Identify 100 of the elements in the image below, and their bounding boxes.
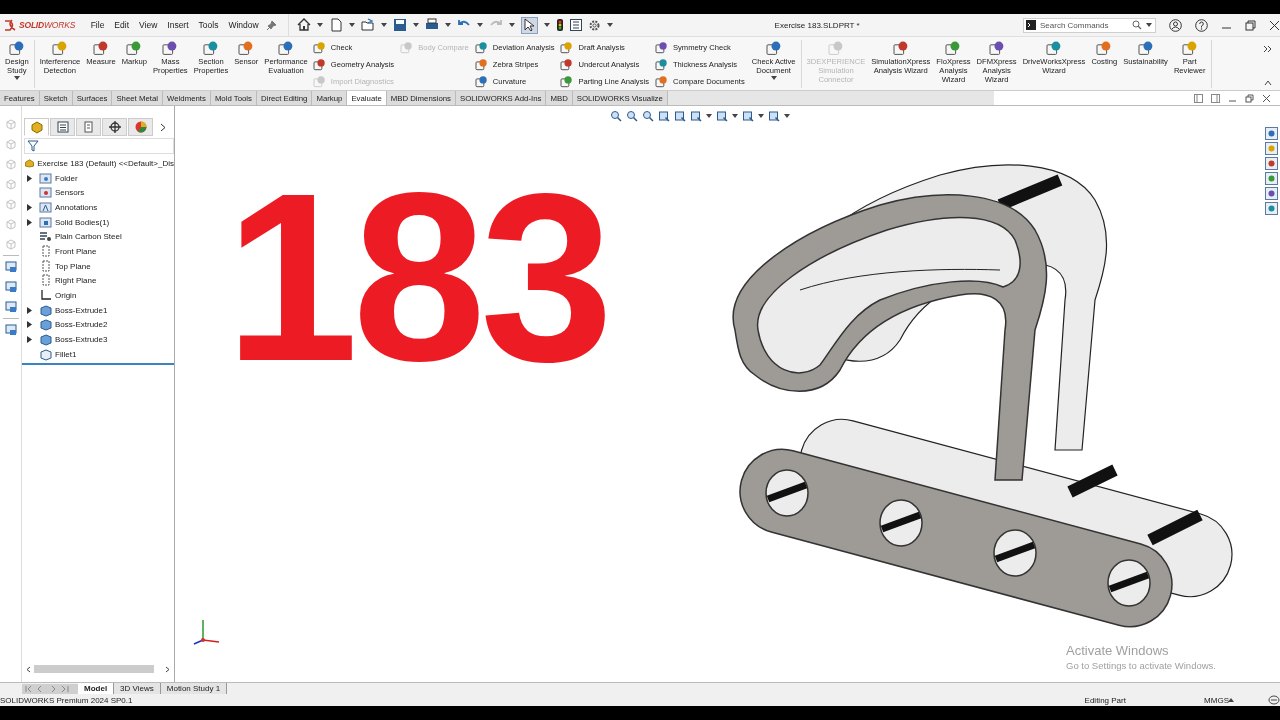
panel-icon[interactable]: [1194, 93, 1203, 103]
configuration-icon: [81, 120, 96, 134]
panel-tab[interactable]: [128, 118, 153, 136]
menu-item[interactable]: File: [90, 20, 105, 30]
tool-icon: [312, 57, 326, 71]
tree-item[interactable]: Solid Bodies(1): [22, 214, 174, 230]
menu-item[interactable]: Insert: [167, 20, 189, 30]
tree-item[interactable]: Boss-Extrude2: [22, 317, 174, 333]
panel-tab[interactable]: [24, 118, 49, 136]
tree-item[interactable]: Folder: [22, 170, 174, 186]
zoom-icon[interactable]: [610, 110, 622, 122]
tool-icon: [560, 40, 574, 54]
horizontal-scrollbar[interactable]: [24, 663, 172, 675]
open-folder-icon[interactable]: [360, 18, 375, 32]
panel-icon[interactable]: [1211, 93, 1220, 103]
tool-icon: [238, 40, 255, 56]
restore-icon[interactable]: [1245, 19, 1256, 31]
tree-item[interactable]: Right Plane: [22, 273, 174, 289]
tool-icon: [654, 74, 668, 88]
tree-item[interactable]: Fillet1: [22, 346, 174, 362]
collapse-icon[interactable]: [1264, 80, 1272, 86]
close-icon[interactable]: [1262, 93, 1271, 103]
menu-item[interactable]: Tools: [198, 20, 219, 30]
caret-up-icon[interactable]: [1228, 698, 1235, 702]
notice-text: Go to Settings to activate Windows.: [1066, 660, 1216, 671]
pointer-icon: [523, 18, 536, 32]
tool-icon: [203, 40, 219, 56]
zoom-area-icon[interactable]: [626, 110, 638, 122]
panel-tab[interactable]: [50, 118, 75, 136]
view-tool-icon[interactable]: [4, 261, 17, 273]
expand-arrow-icon[interactable]: [27, 174, 32, 182]
restore-icon[interactable]: [1245, 93, 1254, 103]
expand-arrow-icon[interactable]: [27, 218, 32, 226]
caret-icon: [732, 114, 738, 118]
gear-icon[interactable]: [587, 18, 601, 32]
crosshair-icon: [107, 120, 122, 134]
part-icon: [24, 157, 35, 170]
expand-arrow-icon[interactable]: [27, 306, 32, 314]
rebuild-icon[interactable]: [1268, 695, 1280, 705]
tool-icon: [1096, 40, 1113, 56]
expand-arrow-icon[interactable]: [27, 203, 32, 211]
status-text[interactable]: MMGS: [1204, 695, 1229, 705]
tree-item[interactable]: Boss-Extrude1: [22, 302, 174, 318]
tree-item[interactable]: Boss-Extrude3: [22, 332, 174, 347]
caret-icon: [476, 23, 483, 27]
menu-item[interactable]: Window: [228, 20, 259, 30]
tool-icon: [765, 40, 782, 56]
print-icon[interactable]: [424, 18, 439, 32]
origin-icon: [39, 289, 52, 303]
panel-tab[interactable]: [102, 118, 127, 136]
tool-icon: [560, 57, 574, 71]
tool-icon: [474, 74, 488, 88]
save-icon[interactable]: [392, 18, 407, 32]
tool-icon: [278, 40, 295, 56]
caret-icon: [412, 23, 419, 27]
part-model-drawing[interactable]: [732, 164, 1233, 628]
tree-item[interactable]: Annotations: [22, 200, 174, 215]
menu-item[interactable]: View: [139, 20, 158, 30]
tool-icon: [654, 57, 668, 71]
rollback-bar[interactable]: [22, 362, 174, 365]
tool-icon: [945, 40, 962, 56]
tool-icon: [92, 40, 109, 56]
caret-icon: [606, 23, 613, 27]
material-icon: [39, 230, 52, 244]
feature-icon: [39, 347, 52, 361]
new-document-icon[interactable]: [328, 18, 343, 32]
help-icon[interactable]: [1195, 18, 1208, 32]
tree-item[interactable]: Plain Carbon Steel: [22, 229, 174, 245]
scroll-right-icon: [165, 665, 170, 673]
menu-item[interactable]: Edit: [114, 20, 129, 30]
traffic-light-icon[interactable]: [555, 18, 564, 32]
tree-item[interactable]: Exercise 183 (Default) <<Default>_Dis: [22, 156, 174, 171]
view-tool-icon[interactable]: [4, 324, 17, 336]
tree-item[interactable]: Sensors: [22, 185, 174, 201]
more-icon[interactable]: [1264, 45, 1272, 53]
tree-item[interactable]: Origin: [22, 288, 174, 303]
view-tool-icon[interactable]: [4, 281, 17, 293]
logo-icon: [3, 19, 17, 31]
caret-icon: [770, 76, 777, 80]
view-tool-icon[interactable]: [4, 301, 17, 313]
tool-icon: [51, 40, 68, 56]
caret-icon: [348, 23, 355, 27]
tool-icon: [1137, 40, 1154, 56]
expand-arrow-icon[interactable]: [27, 336, 32, 344]
search-field[interactable]: Search Commands: [1023, 17, 1156, 33]
chevron-right-icon[interactable]: [160, 122, 166, 132]
tree-item[interactable]: Front Plane: [22, 244, 174, 259]
user-icon[interactable]: [1169, 18, 1182, 32]
close-icon[interactable]: [1269, 19, 1280, 31]
expand-arrow-icon[interactable]: [27, 321, 32, 329]
feature-icon: [39, 333, 52, 347]
caret-icon: [444, 23, 451, 27]
tree-item[interactable]: Top Plane: [22, 258, 174, 274]
tool-icon: [1181, 40, 1198, 56]
filter-field[interactable]: [24, 138, 174, 154]
plane-icon: [39, 244, 52, 258]
select-button[interactable]: [520, 16, 538, 34]
plane-icon: [39, 259, 52, 273]
pin-icon: [266, 20, 276, 30]
status-text: SOLIDWORKS Premium 2024 SP0.1: [0, 695, 134, 705]
